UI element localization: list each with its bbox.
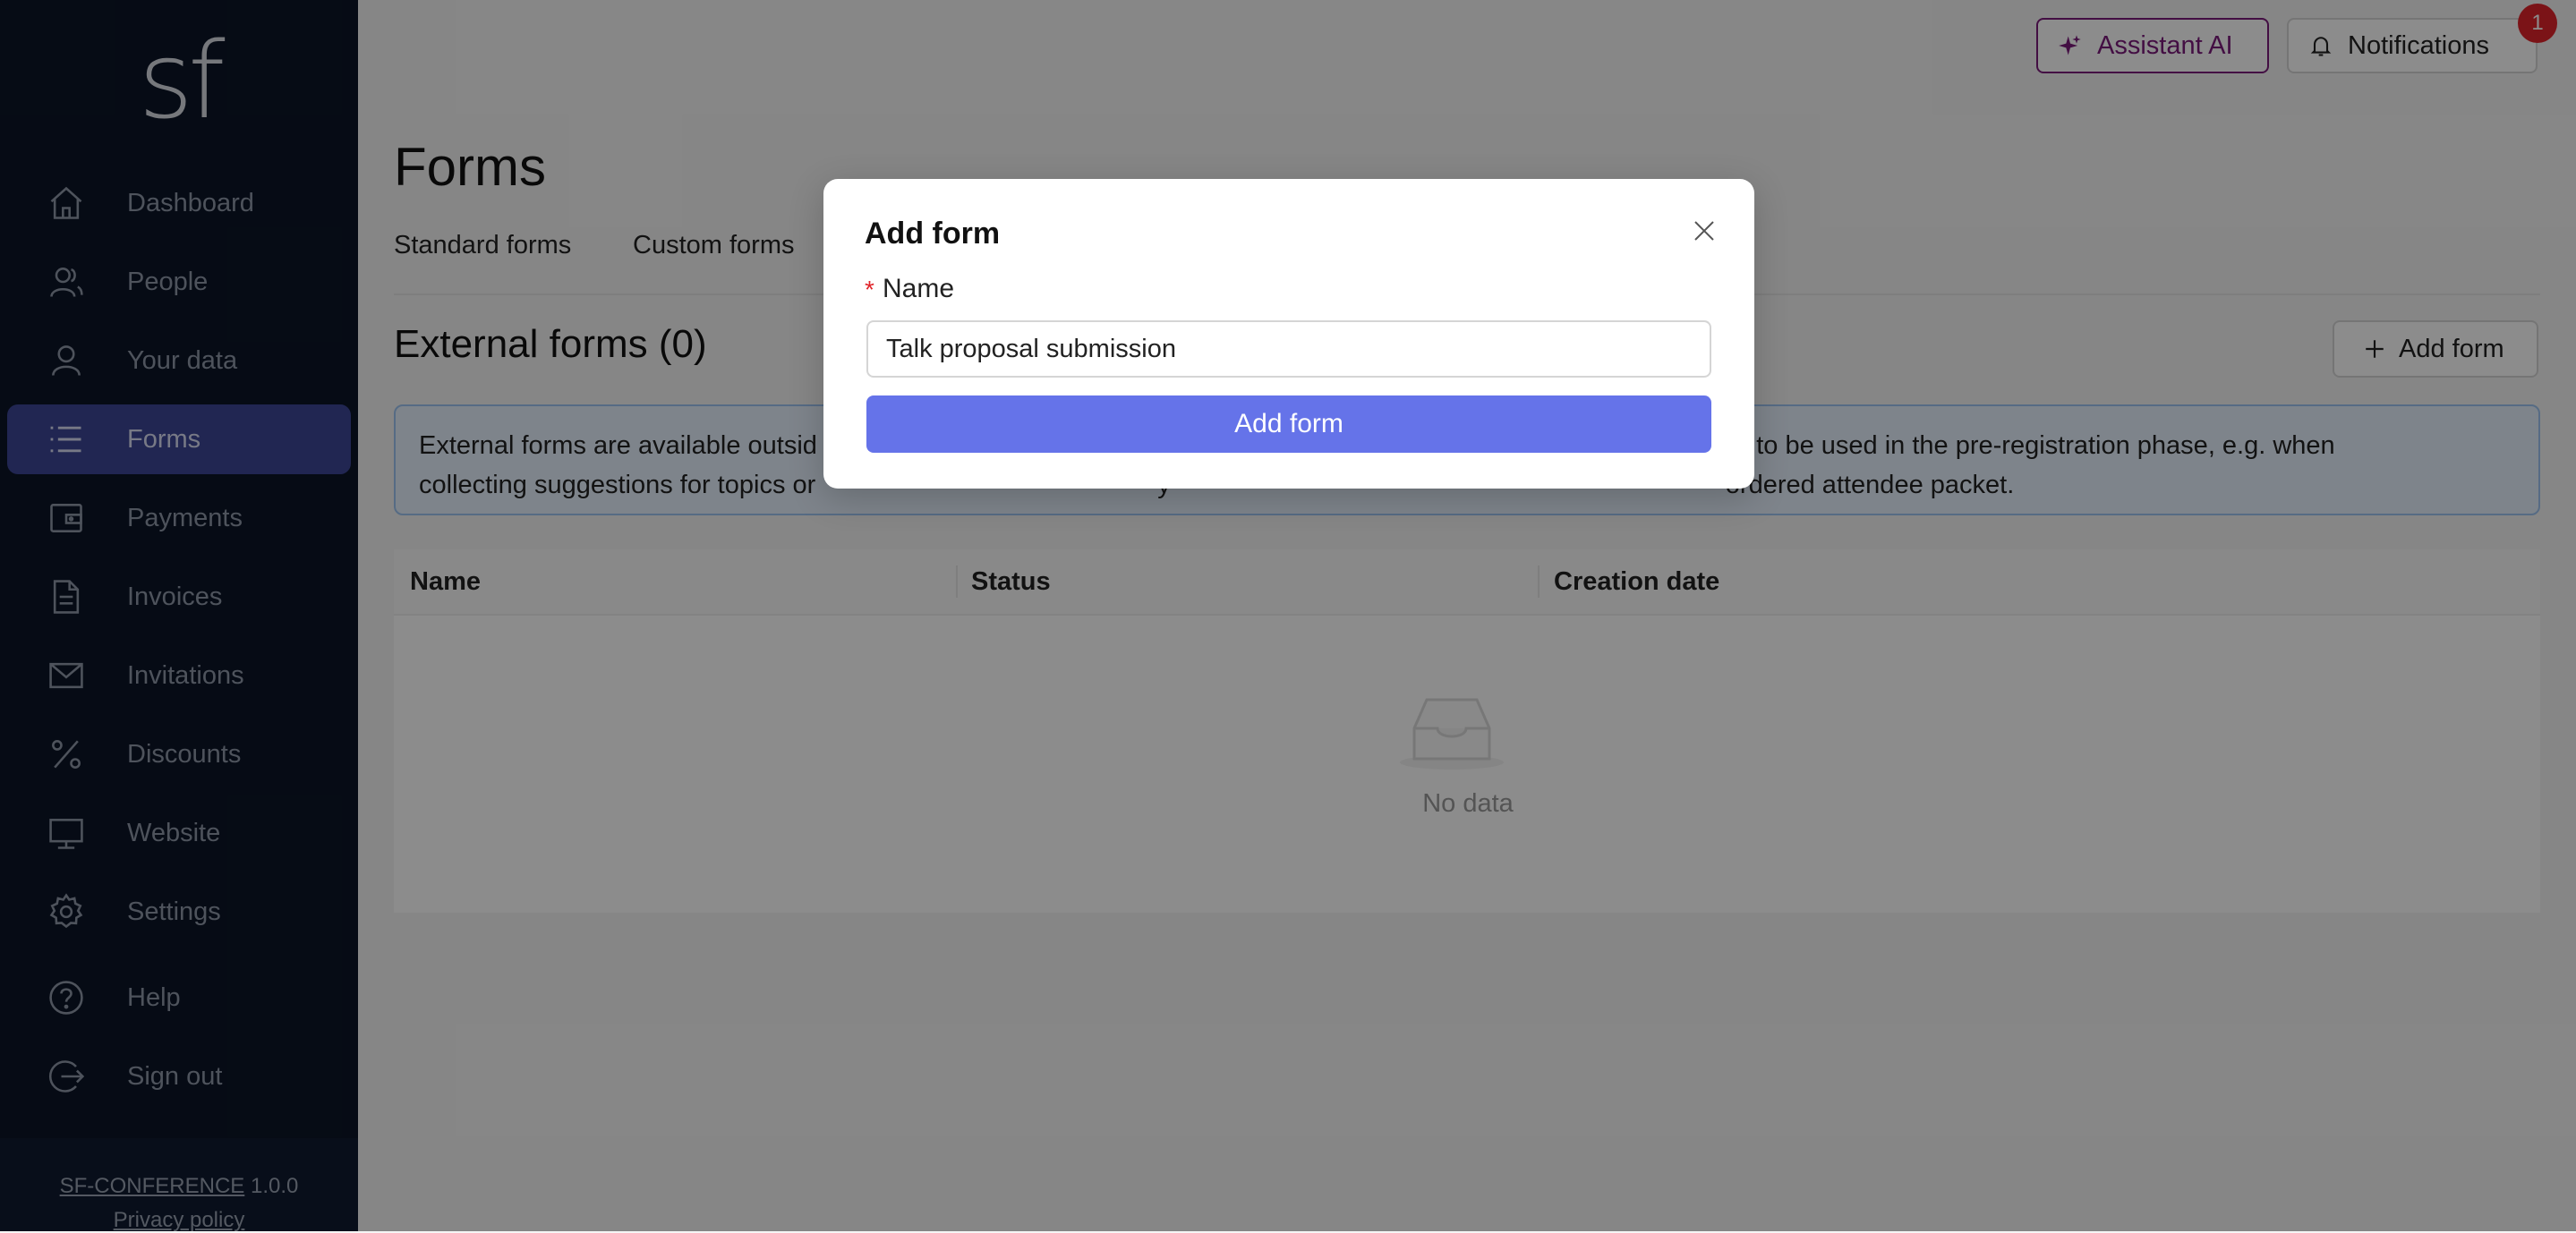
name-input[interactable] <box>866 320 1711 378</box>
add-form-submit-button[interactable]: Add form <box>866 395 1711 453</box>
dialog-title: Add form <box>865 217 1001 251</box>
required-marker: * <box>865 276 874 303</box>
close-icon[interactable] <box>1686 213 1722 249</box>
name-field-label: Name <box>883 274 955 303</box>
add-form-dialog: Add form * Name Add form <box>823 179 1754 489</box>
